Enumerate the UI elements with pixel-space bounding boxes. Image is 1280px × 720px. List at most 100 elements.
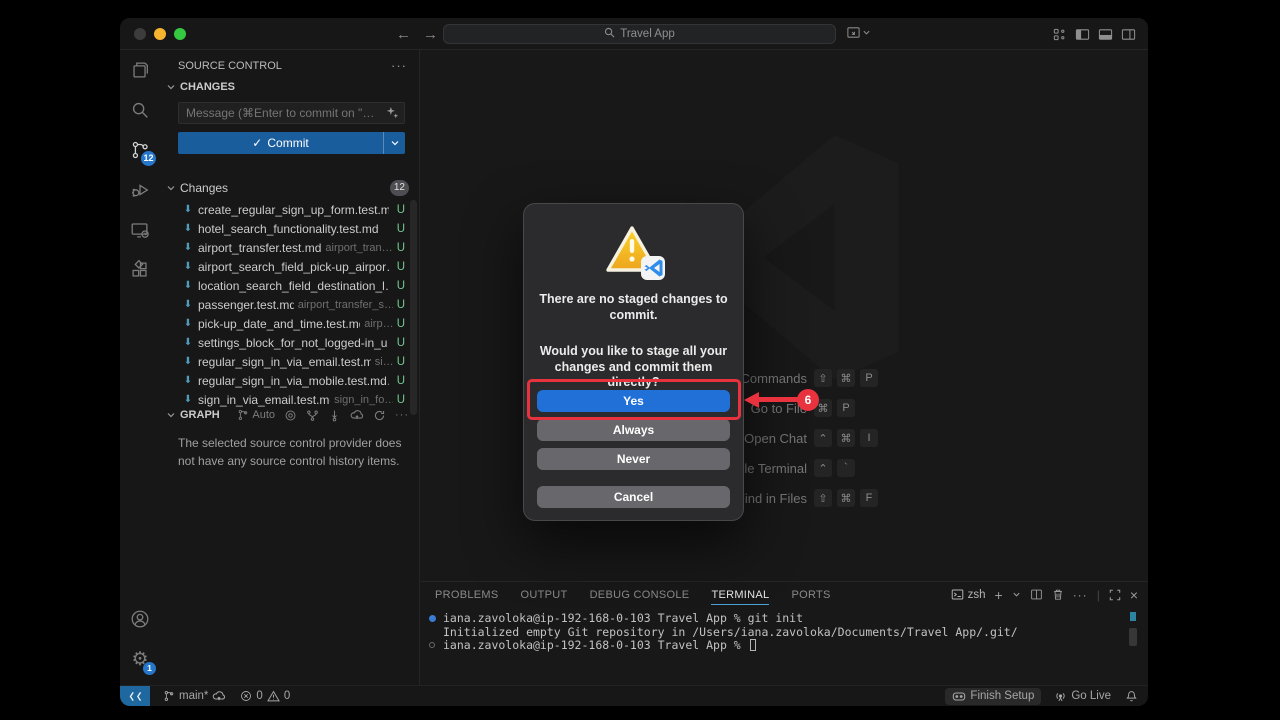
explorer-icon[interactable]	[120, 50, 160, 90]
file-row[interactable]: ⬇passenger.test.mdairport_transfer_s…U	[160, 295, 411, 314]
more-actions-icon[interactable]: ···	[391, 58, 407, 73]
markdown-file-icon: ⬇	[182, 375, 194, 386]
terminal-line: iana.zavoloka@ip-192-168-0-103 Travel Ap…	[429, 612, 1128, 626]
publish-cloud-icon	[212, 690, 226, 702]
error-circle-icon	[240, 690, 252, 702]
markdown-file-icon: ⬇	[182, 318, 194, 329]
file-row[interactable]: ⬇location_search_field_destination_l…U	[160, 276, 411, 295]
split-terminal-icon[interactable]	[1030, 588, 1043, 601]
always-button[interactable]: Always	[537, 419, 730, 441]
pull-icon[interactable]	[328, 409, 341, 422]
terminal-output[interactable]: iana.zavoloka@ip-192-168-0-103 Travel Ap…	[429, 612, 1128, 653]
keycap: ⇧	[814, 369, 832, 387]
never-button[interactable]: Never	[537, 448, 730, 470]
toggle-panel-icon[interactable]	[1098, 27, 1113, 42]
file-row[interactable]: ⬇airport_transfer.test.mdairport_tran…U	[160, 238, 411, 257]
tab-problems[interactable]: PROBLEMS	[435, 585, 499, 604]
new-terminal-icon[interactable]: +	[995, 587, 1003, 603]
command-center-search[interactable]: Travel App	[443, 24, 836, 44]
keycap: F	[860, 489, 878, 507]
remote-indicator[interactable]	[120, 686, 150, 706]
search-sidebar-icon[interactable]	[120, 90, 160, 130]
tab-output[interactable]: OUTPUT	[521, 585, 568, 604]
cancel-button[interactable]: Cancel	[537, 486, 730, 508]
settings-gear-icon[interactable]: ⚙ 1	[120, 639, 160, 679]
traffic-light-minimize[interactable]	[154, 28, 166, 40]
cloud-icon[interactable]	[350, 408, 364, 422]
commit-message-input[interactable]	[178, 102, 405, 124]
go-live-label: Go Live	[1071, 690, 1111, 702]
file-row[interactable]: ⬇regular_sign_in_via_mobile.test.md…U	[160, 371, 411, 390]
close-panel-icon[interactable]: ×	[1130, 587, 1138, 603]
file-row[interactable]: ⬇create_regular_sign_up_form.test.mdU	[160, 200, 411, 219]
changes-count-badge: 12	[390, 180, 409, 196]
vscode-logo-badge	[641, 256, 665, 280]
commit-confirmation-dialog: There are no staged changes to commit. W…	[523, 203, 744, 521]
annotation-arrow-shaft	[758, 397, 802, 402]
error-count: 0	[256, 690, 262, 702]
git-status-untracked: U	[397, 337, 407, 349]
chevron-down-icon	[862, 28, 871, 37]
toggle-secondary-sidebar-icon[interactable]	[1121, 27, 1136, 42]
traffic-light-close[interactable]	[134, 28, 146, 40]
extensions-icon[interactable]	[120, 250, 160, 290]
file-row[interactable]: ⬇settings_block_for_not_logged-in_u…U	[160, 333, 411, 352]
changes-tree-header[interactable]: Changes 12	[166, 178, 409, 198]
chevron-down-icon[interactable]	[166, 82, 176, 92]
file-row[interactable]: ⬇pick-up_date_and_time.test.mdairp…U	[160, 314, 411, 333]
file-row[interactable]: ⬇hotel_search_functionality.test.mdU	[160, 219, 411, 238]
maximize-panel-icon[interactable]	[1109, 589, 1121, 601]
customize-layout-icon[interactable]	[1052, 27, 1067, 42]
tab-debug-console[interactable]: DEBUG CONSOLE	[590, 585, 690, 604]
tab-terminal[interactable]: TERMINAL	[711, 585, 769, 605]
graph-section-header[interactable]: GRAPH Auto ···	[166, 404, 409, 426]
trash-icon[interactable]	[1052, 588, 1064, 601]
forward-icon[interactable]: →	[423, 26, 438, 43]
changes-section-label: CHANGES	[180, 81, 235, 93]
file-row[interactable]: ⬇airport_search_field_pick-up_airpor…U	[160, 257, 411, 276]
annotation-highlight-box	[527, 379, 741, 420]
sidebar-scrollbar[interactable]	[410, 200, 417, 415]
chevron-down-icon	[166, 183, 176, 193]
markdown-file-icon: ⬇	[182, 204, 194, 215]
terminal-line: Initialized empty Git repository in /Use…	[429, 626, 1128, 640]
back-icon[interactable]: ←	[396, 26, 411, 43]
command-success-dot	[429, 615, 436, 622]
tab-ports[interactable]: PORTS	[791, 585, 830, 604]
sparkle-icon[interactable]	[386, 106, 399, 122]
toggle-primary-sidebar-icon[interactable]	[1075, 27, 1090, 42]
panel-more-icon[interactable]: ···	[1073, 588, 1088, 602]
graph-more-icon[interactable]: ···	[395, 409, 409, 421]
target-icon[interactable]	[284, 409, 297, 422]
fetch-icon[interactable]	[306, 409, 319, 422]
branch-status-item[interactable]: main*	[156, 686, 233, 706]
commit-button[interactable]: ✓ Commit	[178, 132, 383, 154]
commit-dropdown-button[interactable]	[384, 132, 405, 154]
problems-status-item[interactable]: 0 0	[233, 686, 297, 706]
chevron-down-icon[interactable]	[1012, 590, 1021, 599]
finish-setup-item[interactable]: Finish Setup	[945, 688, 1041, 705]
dialog-message-primary: There are no staged changes to commit.	[538, 292, 729, 323]
terminal-cursor	[750, 639, 756, 651]
notifications-item[interactable]	[1118, 686, 1140, 706]
editor-layout-dropdown[interactable]	[846, 25, 871, 40]
refresh-icon[interactable]	[373, 409, 386, 422]
warning-count: 0	[284, 690, 290, 702]
terminal-overview-mark	[1130, 612, 1136, 621]
keycap: P	[837, 399, 855, 417]
shell-session-item[interactable]: zsh	[951, 588, 986, 601]
source-control-icon[interactable]: 12	[120, 130, 160, 170]
markdown-file-icon: ⬇	[182, 242, 194, 253]
terminal-scrollbar[interactable]	[1129, 628, 1137, 646]
file-row[interactable]: ⬇regular_sign_in_via_email.test.mdsi…U	[160, 352, 411, 371]
remote-explorer-icon[interactable]	[120, 210, 160, 250]
traffic-light-zoom[interactable]	[174, 28, 186, 40]
markdown-file-icon: ⬇	[182, 356, 194, 367]
chevron-down-icon	[166, 410, 176, 420]
run-debug-icon[interactable]	[120, 170, 160, 210]
go-live-item[interactable]: Go Live	[1047, 686, 1118, 706]
terminal-line: iana.zavoloka@ip-192-168-0-103 Travel Ap…	[429, 639, 1128, 653]
accounts-icon[interactable]	[120, 599, 160, 639]
graph-auto-label[interactable]: Auto	[252, 409, 275, 421]
keycap: ⇧	[814, 489, 832, 507]
